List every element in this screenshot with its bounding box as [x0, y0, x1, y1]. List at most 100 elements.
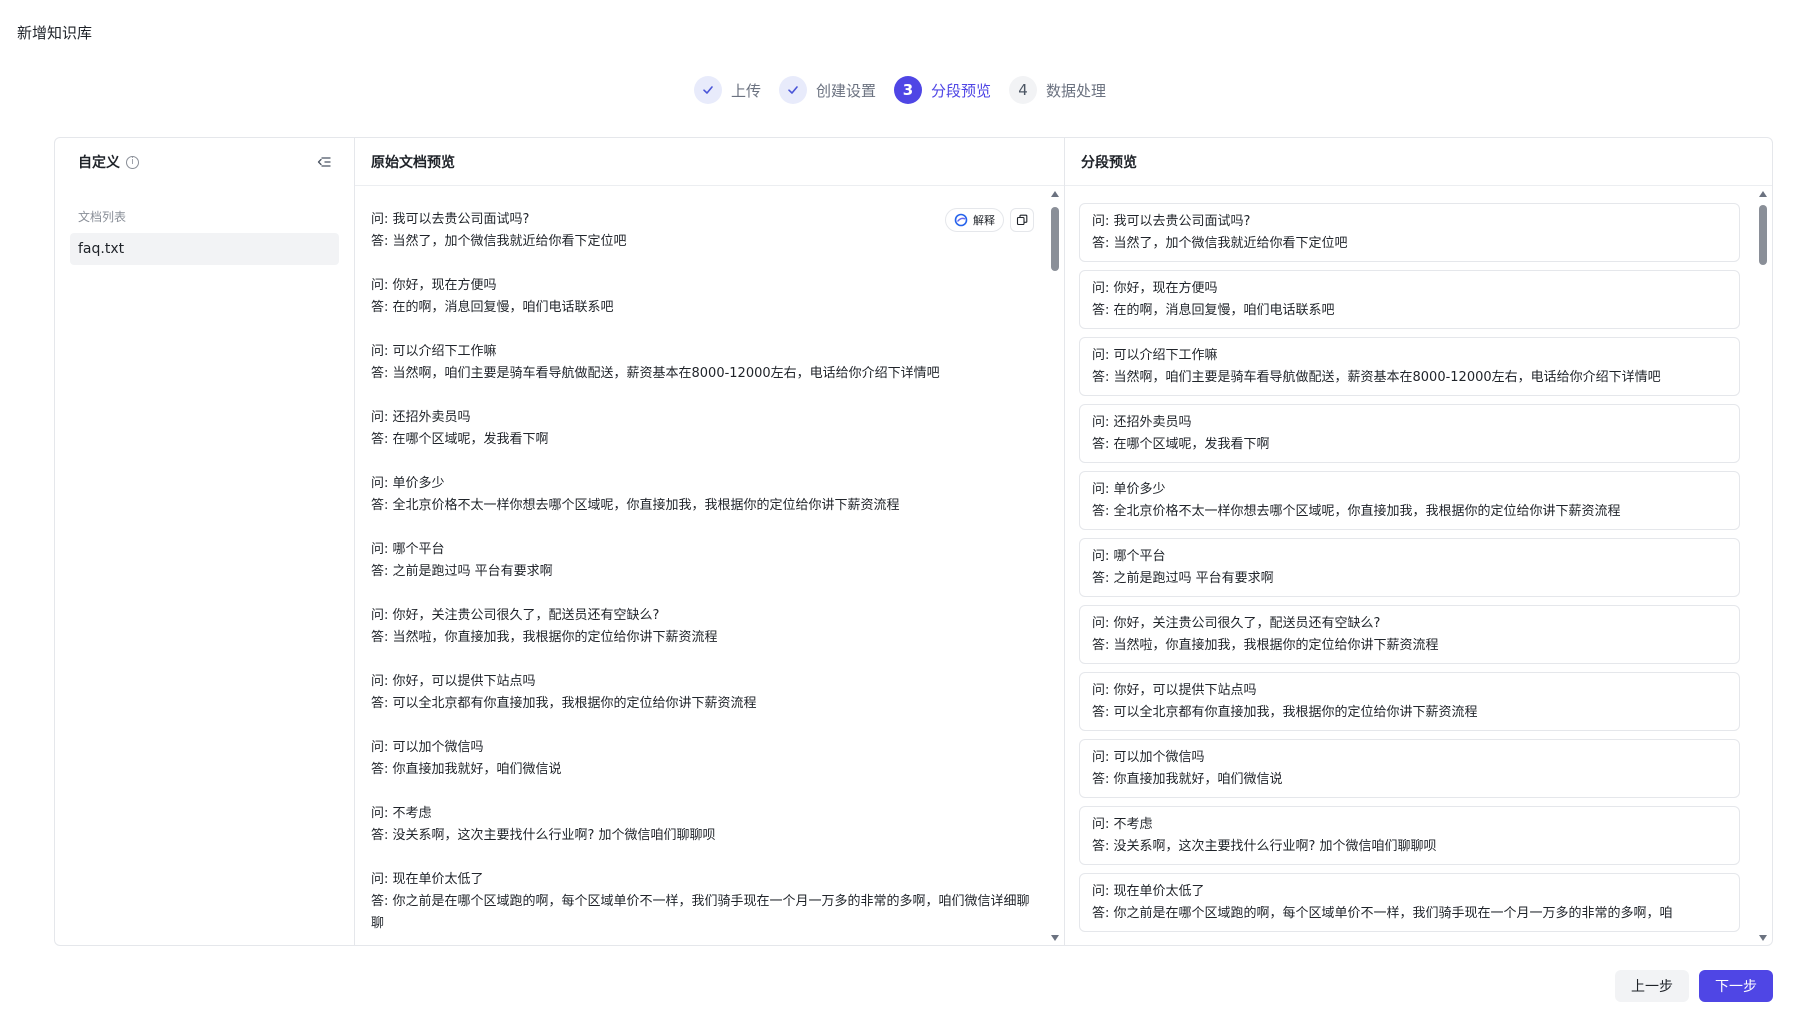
answer-text: 答: 在的啊，消息回复慢，咱们电话联系吧 [1092, 303, 1335, 318]
question-text: 问: 你好，可以提供下站点吗 [1092, 683, 1257, 698]
qa-block: 问: 可以加个微信吗答: 你直接加我就好，咱们微信说 [371, 737, 1030, 781]
scroll-down-icon[interactable] [1759, 935, 1767, 941]
answer-text: 答: 可以全北京都有你直接加我，我根据你的定位给你讲下薪资流程 [1092, 705, 1478, 720]
segment-card[interactable]: 问: 可以介绍下工作嘛答: 当然啊，咱们主要是骑车看导航做配送，薪资基本在800… [1079, 337, 1740, 396]
step-label: 上传 [730, 81, 761, 100]
segment-list[interactable]: 问: 我可以去贵公司面试吗? 答: 当然了，加个微信我就近给你看下定位吧 问: 你… [1065, 187, 1754, 945]
question-text: 问: 还招外卖员吗 [371, 410, 471, 425]
scroll-up-icon[interactable] [1051, 191, 1059, 197]
qa-block: 问: 单价多少 答: 全北京价格不太一样你想去哪个区域呢，你直接加我，我根据你的定… [371, 473, 1030, 517]
question-text: 问: 现在单价太低了 [371, 872, 484, 887]
qa-block: 问: 还招外卖员吗答: 在哪个区域呢，发我看下啊 [371, 407, 1030, 451]
qa-block: 问: 可以介绍下工作嘛 答: 当然啊，咱们主要是骑车看导航做配送，薪资基本在800… [371, 341, 1030, 385]
explain-button[interactable]: 解释 [945, 208, 1004, 232]
question-text: 问: 我可以去贵公司面试吗? [371, 212, 530, 227]
answer-text: 答: 当然了，加个微信我就近给你看下定位吧 [371, 234, 627, 249]
answer-text: 答: 你直接加我就好，咱们微信说 [1092, 772, 1283, 787]
segment-card[interactable]: 问: 可以加个微信吗 答: 你直接加我就好，咱们微信说 [1079, 739, 1740, 798]
left-panel-title: 自定义 [78, 155, 120, 171]
ai-explain-icon [954, 213, 968, 227]
qa-block: 问: 现在单价太低了答: 你之前是在哪个区域跑的啊，每个区域单价不一样，我们骑手… [371, 869, 1030, 935]
answer-text: 答: 全北京价格不太一样你想去哪个区域呢，你直接加我，我根据你的定位给你讲下薪资… [371, 498, 900, 513]
question-text: 问: 你好，可以提供下站点吗 [371, 674, 536, 689]
answer-text: 答: 当然啦，你直接加我，我根据你的定位给你讲下薪资流程 [1092, 638, 1439, 653]
question-text: 问: 可以加个微信吗 [371, 740, 484, 755]
segment-preview-panel: 分段预览 问: 我可以去贵公司面试吗? 答: 当然了，加个微信我就近给你看下定位吧… [1065, 138, 1772, 945]
answer-text: 答: 当然了，加个微信我就近给你看下定位吧 [1092, 236, 1348, 251]
answer-text: 答: 在哪个区域呢，发我看下啊 [371, 432, 549, 447]
question-text: 问: 可以介绍下工作嘛 [1092, 348, 1218, 363]
scrollbar-thumb[interactable] [1051, 207, 1059, 271]
question-text: 问: 你好，关注贵公司很久了，配送员还有空缺么? [1092, 616, 1381, 631]
question-text: 问: 你好，现在方便吗 [1092, 281, 1218, 296]
answer-text: 答: 没关系啊，这次主要找什么行业啊? 加个微信咱们聊聊呗 [371, 828, 716, 843]
segment-card[interactable]: 问: 你好，可以提供下站点吗答: 可以全北京都有你直接加我，我根据你的定位给你讲… [1079, 672, 1740, 731]
step-data-processing[interactable]: 4 数据处理 [1009, 76, 1106, 104]
segment-card[interactable]: 问: 你好，关注贵公司很久了，配送员还有空缺么? 答: 当然啦，你直接加我，我根据… [1079, 605, 1740, 664]
copy-icon [1016, 214, 1028, 226]
scroll-up-icon[interactable] [1759, 191, 1767, 197]
doc-list-label: 文档列表 [78, 210, 127, 224]
check-icon [778, 76, 807, 104]
segment-card[interactable]: 问: 哪个平台 答: 之前是跑过吗 平台有要求啊 [1079, 538, 1740, 597]
answer-text: 答: 可以全北京都有你直接加我，我根据你的定位给你讲下薪资流程 [371, 696, 757, 711]
original-preview-content[interactable]: 问: 我可以去贵公司面试吗? 答: 当然了，加个微信我就近给你看下定位吧 问: 你… [355, 187, 1046, 945]
step-label: 分段预览 [931, 81, 992, 100]
question-text: 问: 你好，关注贵公司很久了，配送员还有空缺么? [371, 608, 660, 623]
segment-preview-scrollbar[interactable] [1754, 187, 1772, 945]
next-step-button[interactable]: 下一步 [1699, 970, 1773, 1002]
stepper: 上传 创建设置 3 分段预览 4 数据处理 [0, 76, 1800, 104]
qa-block: 问: 不考虑答: 没关系啊，这次主要找什么行业啊? 加个微信咱们聊聊呗 [371, 803, 1030, 847]
answer-text: 答: 你之前是在哪个区域跑的啊，每个区域单价不一样，我们骑手现在一个月一万多的非… [371, 894, 1030, 931]
copy-button[interactable] [1010, 208, 1034, 232]
answer-text: 答: 在哪个区域呢，发我看下啊 [1092, 437, 1270, 452]
answer-text: 答: 你直接加我就好，咱们微信说 [371, 762, 562, 777]
previous-step-button[interactable]: 上一步 [1615, 970, 1689, 1002]
segment-card[interactable]: 问: 还招外卖员吗答: 在哪个区域呢，发我看下啊 [1079, 404, 1740, 463]
main-panels: 自定义 i 文档列表 faq.txt 原始文档预览 问: 我可以去贵公司面试吗?… [54, 137, 1773, 946]
doc-item-faq[interactable]: faq.txt [70, 233, 339, 265]
question-text: 问: 可以介绍下工作嘛 [371, 344, 497, 359]
scrollbar-thumb[interactable] [1759, 205, 1767, 265]
answer-text: 答: 当然啊，咱们主要是骑车看导航做配送，薪资基本在8000-12000左右，电… [1092, 370, 1661, 385]
segment-card[interactable]: 问: 不考虑 答: 没关系啊，这次主要找什么行业啊? 加个微信咱们聊聊呗 [1079, 806, 1740, 865]
question-text: 问: 哪个平台 [1092, 549, 1166, 564]
segment-card[interactable]: 问: 单价多少答: 全北京价格不太一样你想去哪个区域呢，你直接加我，我根据你的定… [1079, 471, 1740, 530]
step-label: 数据处理 [1046, 81, 1107, 100]
question-text: 问: 现在单价太低了 [1092, 884, 1205, 899]
page-title: 新增知识库 [17, 24, 93, 42]
question-text: 问: 你好，现在方便吗 [371, 278, 497, 293]
question-text: 问: 不考虑 [371, 806, 432, 821]
qa-block: 问: 你好，关注贵公司很久了，配送员还有空缺么? 答: 当然啦，你直接加我，我根据… [371, 605, 1030, 649]
answer-text: 答: 全北京价格不太一样你想去哪个区域呢，你直接加我，我根据你的定位给你讲下薪资… [1092, 504, 1621, 519]
qa-block: 问: 哪个平台 答: 之前是跑过吗 平台有要求啊 [371, 539, 1030, 583]
left-panel: 自定义 i 文档列表 faq.txt [55, 138, 355, 945]
collapse-sidebar-icon[interactable] [316, 154, 332, 170]
step-segment-preview[interactable]: 3 分段预览 [894, 76, 991, 104]
step-upload[interactable]: 上传 [693, 76, 761, 104]
original-preview-panel: 原始文档预览 问: 我可以去贵公司面试吗? 答: 当然了，加个微信我就近给你看下定… [355, 138, 1065, 945]
answer-text: 答: 你之前是在哪个区域跑的啊，每个区域单价不一样，我们骑手现在一个月一万多的非… [1092, 906, 1673, 921]
answer-text: 答: 当然啦，你直接加我，我根据你的定位给你讲下薪资流程 [371, 630, 718, 645]
qa-block: 问: 你好，现在方便吗答: 在的啊，消息回复慢，咱们电话联系吧 [371, 275, 1030, 319]
segment-card[interactable]: 问: 你好，现在方便吗答: 在的啊，消息回复慢，咱们电话联系吧 [1079, 270, 1740, 329]
step-number: 4 [1009, 76, 1038, 104]
question-text: 问: 单价多少 [1092, 482, 1166, 497]
step-create-settings[interactable]: 创建设置 [778, 76, 876, 104]
step-label: 创建设置 [815, 81, 876, 100]
preview-tools: 解释 [945, 208, 1034, 232]
segment-card[interactable]: 问: 我可以去贵公司面试吗? 答: 当然了，加个微信我就近给你看下定位吧 [1079, 203, 1740, 262]
step-number: 3 [894, 76, 922, 104]
question-text: 问: 不考虑 [1092, 817, 1153, 832]
question-text: 问: 我可以去贵公司面试吗? [1092, 214, 1251, 229]
original-preview-scrollbar[interactable] [1046, 187, 1064, 945]
info-icon[interactable]: i [126, 155, 139, 169]
scroll-down-icon[interactable] [1051, 935, 1059, 941]
qa-block: 问: 我可以去贵公司面试吗? 答: 当然了，加个微信我就近给你看下定位吧 [371, 209, 1030, 253]
original-preview-title: 原始文档预览 [355, 138, 1064, 186]
segment-card[interactable]: 问: 现在单价太低了答: 你之前是在哪个区域跑的啊，每个区域单价不一样，我们骑手… [1079, 873, 1740, 932]
question-text: 问: 还招外卖员吗 [1092, 415, 1192, 430]
check-icon [693, 76, 722, 104]
segment-preview-title: 分段预览 [1065, 138, 1772, 186]
answer-text: 答: 在的啊，消息回复慢，咱们电话联系吧 [371, 300, 614, 315]
